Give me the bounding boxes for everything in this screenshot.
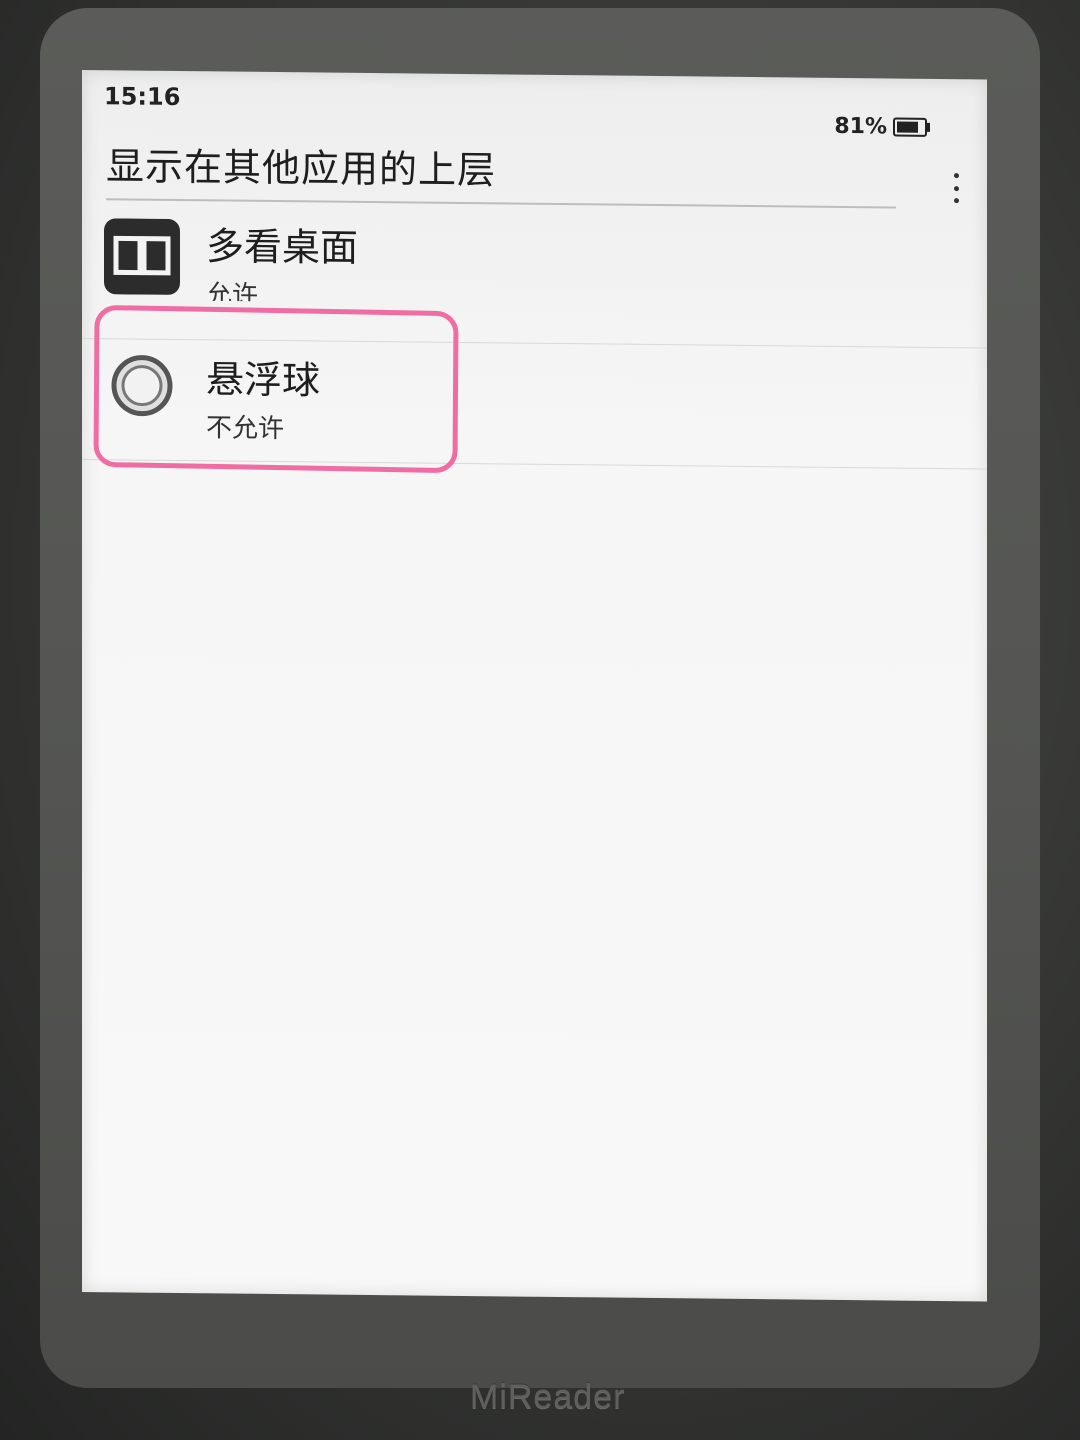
battery-percent: 81% [834,113,887,140]
more-vert-icon[interactable] [949,173,963,204]
dot [953,173,959,179]
e-reader-device: 15:16 81% 显示在其他应用的上层 多看桌面 允许 悬浮球 不允许 MiR… [0,0,1080,1440]
status-battery: 81% [834,114,927,140]
book-icon [104,218,180,295]
dot [953,198,959,204]
title-bar: 显示在其他应用的上层 [106,138,896,209]
app-text: 悬浮球 不允许 [206,354,320,447]
app-permission-status: 不允许 [206,413,285,445]
list-item-floating-ball[interactable]: 悬浮球 不允许 [82,339,987,470]
page-title: 显示在其他应用的上层 [106,144,497,193]
app-name: 多看桌面 [206,224,359,270]
status-time: 15:16 [104,82,181,112]
device-brand: MiReader [470,1378,626,1416]
dot [953,185,959,191]
app-text: 多看桌面 允许 [206,221,358,315]
app-name: 悬浮球 [206,357,321,403]
ring-icon [111,355,173,417]
list-item-duokan-desktop[interactable]: 多看桌面 允许 [82,210,987,349]
app-permission-status: 允许 [206,280,259,311]
app-list: 多看桌面 允许 悬浮球 不允许 [82,210,987,470]
battery-icon [893,117,927,137]
screen: 15:16 81% 显示在其他应用的上层 多看桌面 允许 悬浮球 不允许 [82,70,987,1302]
